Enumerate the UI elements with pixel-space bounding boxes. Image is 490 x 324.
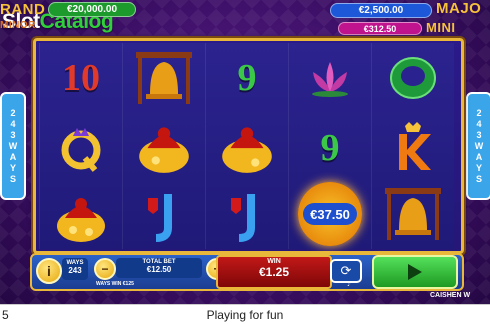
ways-value: 243: [68, 266, 82, 275]
info-button[interactable]: i: [36, 258, 62, 284]
ways-display: WAYS 243: [62, 258, 88, 280]
reel-3: 9: [205, 43, 288, 249]
coin-value: €37.50: [303, 203, 357, 225]
symbol-nine: 9: [237, 57, 257, 99]
autoplay-icon: ⟳: [340, 263, 352, 279]
grand-jackpot-label: RAND: [0, 1, 46, 18]
total-bet-display: TOTAL BET €12.50: [116, 258, 202, 278]
symbol-bell: [123, 45, 205, 111]
win-value: €1.25: [258, 265, 290, 279]
reel-5: [371, 43, 454, 249]
ways-panel-left: 243 WAYS: [0, 92, 26, 200]
reel-2: [122, 43, 205, 249]
ways-win-info: WAYS WIN €125: [96, 281, 134, 287]
symbol-king: [372, 115, 454, 181]
total-bet-value: €12.50: [146, 265, 172, 274]
bet-minus-button[interactable]: −: [94, 258, 116, 280]
symbol-queen: [40, 115, 122, 181]
symbol-lotus: [289, 45, 371, 111]
symbol-clover-bag: [40, 183, 122, 249]
minor-jackpot-label: MINOR: [0, 20, 36, 31]
win-display: WIN €1.25: [216, 255, 332, 289]
control-bar: i WAYS 243 − TOTAL BET €12.50 + WIN €1.2…: [30, 253, 464, 291]
symbol-gold-coin: €37.50: [289, 181, 371, 247]
mini-jackpot-value: €312.50: [338, 22, 422, 35]
symbol-bell: [372, 181, 454, 247]
symbol-clover-bag: [206, 113, 288, 179]
play-mode-text: Playing for fun: [206, 308, 284, 322]
ways-panel-right: 243 WAYS: [466, 92, 490, 200]
spin-button[interactable]: [372, 255, 458, 289]
mini-jackpot-label: MINI: [426, 20, 456, 35]
symbol-nine: 9: [320, 127, 340, 169]
reel-1: 10: [39, 43, 122, 249]
game-brand: CAISHEN W: [430, 292, 471, 299]
major-jackpot-value: €2,500.00: [330, 3, 432, 18]
autoplay-button[interactable]: ⟳: [330, 259, 362, 283]
status-bar: 5 Playing for fun: [0, 304, 490, 324]
win-label: WIN: [267, 258, 281, 265]
sound-icon[interactable]: ♪: [334, 281, 364, 288]
symbol-jack: [123, 183, 205, 249]
major-jackpot-label: MAJO: [436, 0, 482, 17]
reel-4: 9 €37.50: [288, 43, 371, 249]
grand-jackpot-value: €20,000.00: [48, 2, 136, 17]
play-icon: [408, 264, 422, 280]
symbol-jack: [206, 183, 288, 249]
reel-grid: 10 9 9 €37.50: [33, 38, 464, 254]
symbol-ten: 10: [62, 57, 100, 99]
symbol-clover-bag: [123, 113, 205, 179]
symbol-jade-ring: [372, 45, 454, 111]
